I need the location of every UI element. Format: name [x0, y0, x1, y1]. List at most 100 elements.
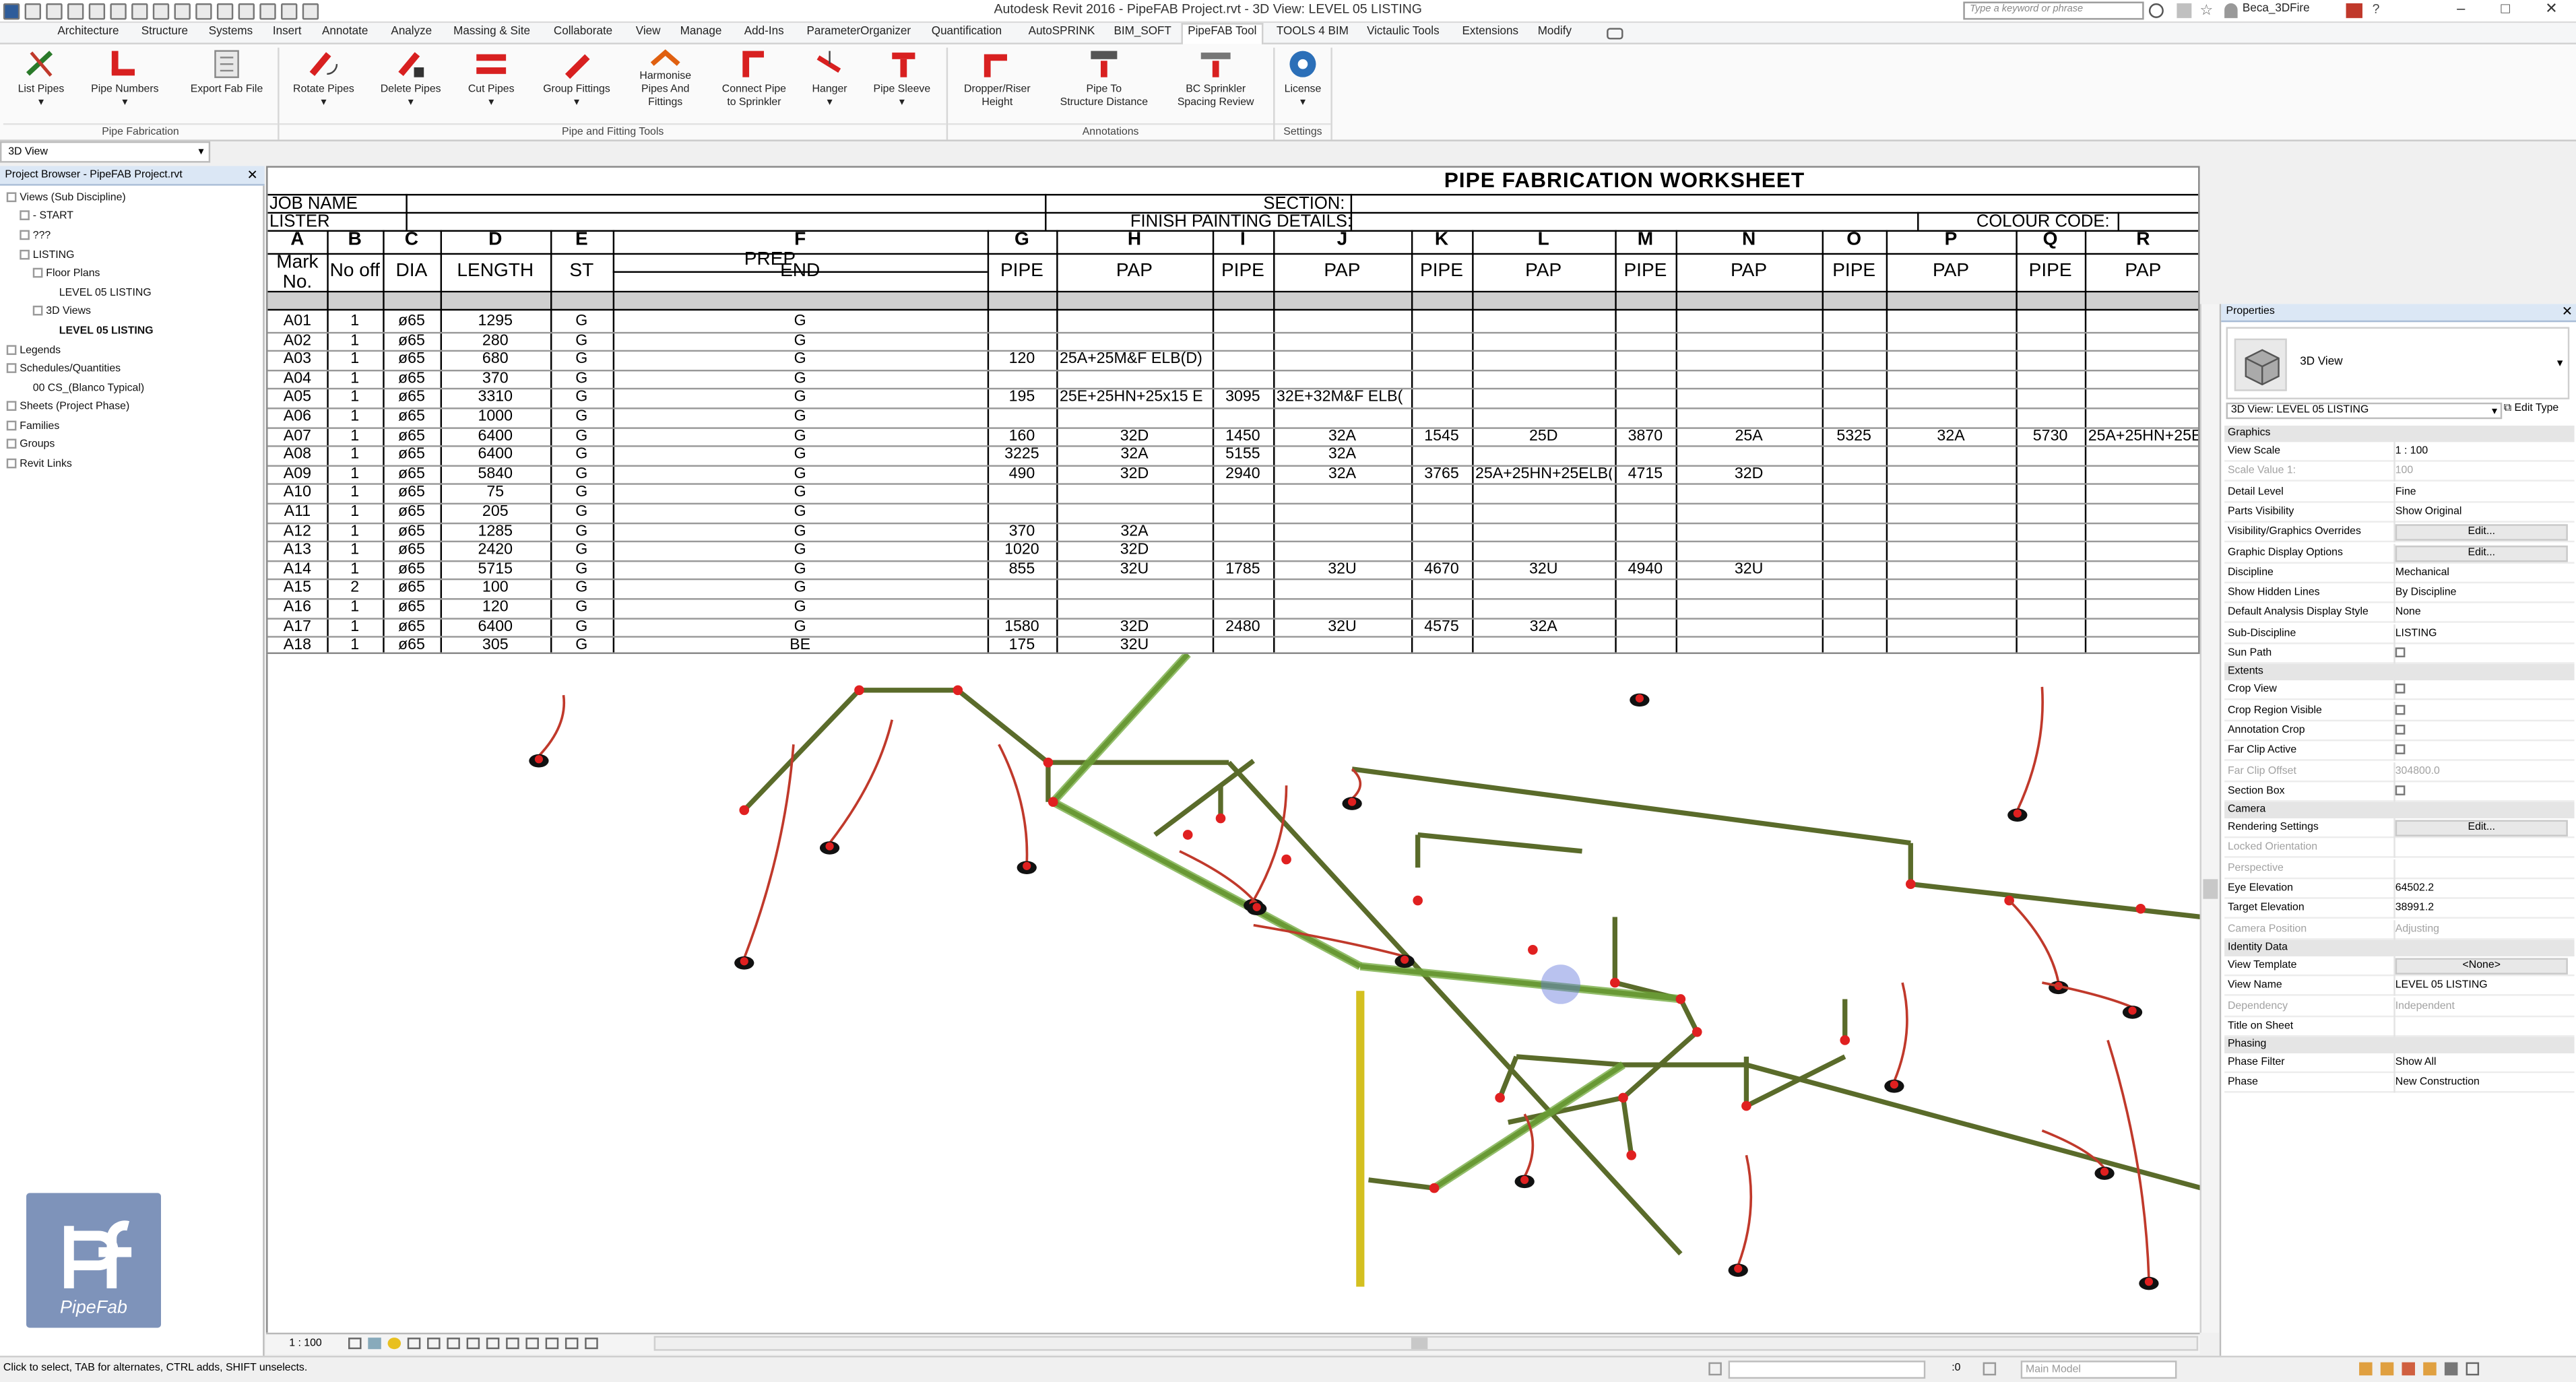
table-cell[interactable]: A02: [271, 332, 323, 351]
pipe-fitting[interactable]: [739, 805, 750, 816]
close-icon[interactable]: ✕: [247, 168, 258, 183]
text-icon[interactable]: [195, 3, 212, 20]
property-row[interactable]: Perspective: [2224, 859, 2575, 879]
table-cell[interactable]: A16: [271, 598, 323, 617]
table-cell[interactable]: 680: [443, 350, 547, 369]
property-row[interactable]: Locked Orientation: [2224, 838, 2575, 859]
design-options-icon[interactable]: [1983, 1362, 1997, 1376]
tree-item[interactable]: Families: [6, 420, 60, 432]
table-cell[interactable]: G: [616, 465, 984, 484]
property-checkbox[interactable]: [2395, 724, 2406, 735]
sprinkler-connection[interactable]: [1890, 1080, 1899, 1089]
tree-item[interactable]: Groups: [6, 438, 55, 451]
property-row[interactable]: Eye Elevation 64502.2: [2224, 879, 2575, 899]
sprinkler-drop-line[interactable]: [2042, 981, 2133, 1009]
tab-modify[interactable]: Modify: [1538, 26, 1572, 38]
table-cell[interactable]: A18: [271, 636, 323, 652]
list-pipes-button[interactable]: List Pipes ▾: [8, 48, 74, 120]
sprinkler-connection[interactable]: [1400, 955, 1409, 964]
property-group-header[interactable]: Identity Data: [2224, 940, 2575, 956]
pipe-fitting[interactable]: [1429, 1183, 1440, 1193]
dimension-icon[interactable]: [174, 3, 191, 20]
pipe-fitting[interactable]: [1610, 977, 1620, 988]
property-checkbox[interactable]: [2395, 785, 2406, 795]
table-cell[interactable]: G: [554, 445, 610, 464]
table-cell[interactable]: 4940: [1618, 560, 1672, 579]
sprinkler-connection[interactable]: [825, 842, 834, 851]
table-cell[interactable]: G: [554, 541, 610, 560]
property-group-header[interactable]: Graphics: [2224, 425, 2575, 442]
table-cell[interactable]: 370: [991, 523, 1054, 541]
table-cell[interactable]: A05: [271, 388, 323, 407]
pipe-highlight[interactable]: [1050, 654, 1191, 805]
pipe-highlight[interactable]: [1359, 962, 1681, 1003]
pipe-fitting[interactable]: [1413, 895, 1423, 906]
table-cell[interactable]: G: [616, 483, 984, 502]
select-links-icon[interactable]: [2359, 1362, 2373, 1376]
tab-manage[interactable]: Manage: [680, 26, 722, 38]
table-cell[interactable]: BE: [616, 636, 984, 652]
worksets-icon[interactable]: [1708, 1362, 1722, 1376]
table-cell[interactable]: G: [616, 560, 984, 579]
highlight-displacement-icon[interactable]: [565, 1338, 579, 1350]
property-row[interactable]: Graphic Display Options Edit...: [2224, 543, 2575, 563]
table-cell[interactable]: ø65: [386, 350, 437, 369]
hanger-button[interactable]: Hanger ▾: [804, 48, 856, 120]
sprinkler-connection[interactable]: [1023, 861, 1031, 870]
pipe-numbers-button[interactable]: Pipe Numbers ▾: [82, 48, 168, 120]
tree-item[interactable]: Revit Links: [6, 458, 72, 470]
property-value[interactable]: Mechanical: [2395, 566, 2449, 578]
sprinkler-connection[interactable]: [740, 957, 748, 966]
panel-pipe-and-fitting-tools[interactable]: Pipe and Fitting Tools: [279, 123, 946, 139]
tree-item[interactable]: 3D Views: [32, 305, 91, 317]
property-checkbox[interactable]: [2395, 684, 2406, 694]
property-row[interactable]: Phase New Construction: [2224, 1074, 2575, 1094]
table-cell[interactable]: G: [554, 350, 610, 369]
lock-3d-icon[interactable]: [486, 1338, 500, 1350]
user-icon[interactable]: [2224, 3, 2238, 18]
table-cell[interactable]: G: [554, 598, 610, 617]
table-cell[interactable]: G: [616, 332, 984, 351]
property-row[interactable]: Camera Position Adjusting: [2224, 919, 2575, 940]
table-cell[interactable]: 5325: [1825, 427, 1882, 446]
table-cell[interactable]: 5840: [443, 465, 547, 484]
tab-collaborate[interactable]: Collaborate: [554, 26, 612, 38]
table-cell[interactable]: G: [554, 618, 610, 636]
table-cell[interactable]: 175: [991, 636, 1054, 652]
table-cell[interactable]: 1: [330, 598, 379, 617]
sync-icon[interactable]: [67, 3, 84, 20]
sprinkler-drop-line[interactable]: [998, 744, 1029, 863]
property-row[interactable]: Far Clip Offset 304800.0: [2224, 761, 2575, 782]
table-cell[interactable]: G: [554, 560, 610, 579]
active-model-select[interactable]: Main Model: [2020, 1360, 2177, 1379]
table-cell[interactable]: 1450: [1216, 427, 1270, 446]
table-cell[interactable]: 1: [330, 523, 379, 541]
table-cell[interactable]: A12: [271, 523, 323, 541]
table-cell[interactable]: 4575: [1415, 618, 1469, 636]
rotate-pipes-button[interactable]: Rotate Pipes ▾: [284, 48, 363, 120]
exchange-apps-icon[interactable]: [2346, 3, 2362, 18]
measure-icon[interactable]: [152, 3, 170, 20]
table-cell[interactable]: A04: [271, 370, 323, 389]
pipe-fitting[interactable]: [1182, 830, 1193, 840]
pipe-segment[interactable]: [1678, 997, 1700, 1033]
table-cell[interactable]: 25A: [1679, 427, 1818, 446]
close-hidden-icon[interactable]: [281, 3, 298, 20]
dropper-riser-height-button[interactable]: Dropper/Riser Height: [953, 48, 1041, 120]
instance-filter-select[interactable]: 3D View: LEVEL 05 LISTING ▾: [2226, 402, 2503, 420]
table-cell[interactable]: G: [554, 332, 610, 351]
table-cell[interactable]: ø65: [386, 503, 437, 522]
help-search-input[interactable]: Type a keyword or phrase: [1963, 1, 2144, 20]
property-value[interactable]: 64502.2: [2395, 882, 2434, 894]
tab-massing-site[interactable]: Massing & Site: [453, 26, 530, 38]
table-cell[interactable]: 25A+25HN+25E: [2088, 427, 2198, 446]
table-cell[interactable]: ø65: [386, 560, 437, 579]
table-cell[interactable]: ø65: [386, 332, 437, 351]
tab-victaulic-tools[interactable]: Victaulic Tools: [1367, 26, 1440, 38]
table-cell[interactable]: 32U: [1060, 636, 1209, 652]
sprinkler-connection[interactable]: [1348, 797, 1357, 806]
table-cell[interactable]: 1: [330, 465, 379, 484]
pipe-highlight[interactable]: [1051, 798, 1363, 970]
sprinkler-connection[interactable]: [2013, 809, 2022, 818]
property-row[interactable]: Title on Sheet: [2224, 1016, 2575, 1037]
